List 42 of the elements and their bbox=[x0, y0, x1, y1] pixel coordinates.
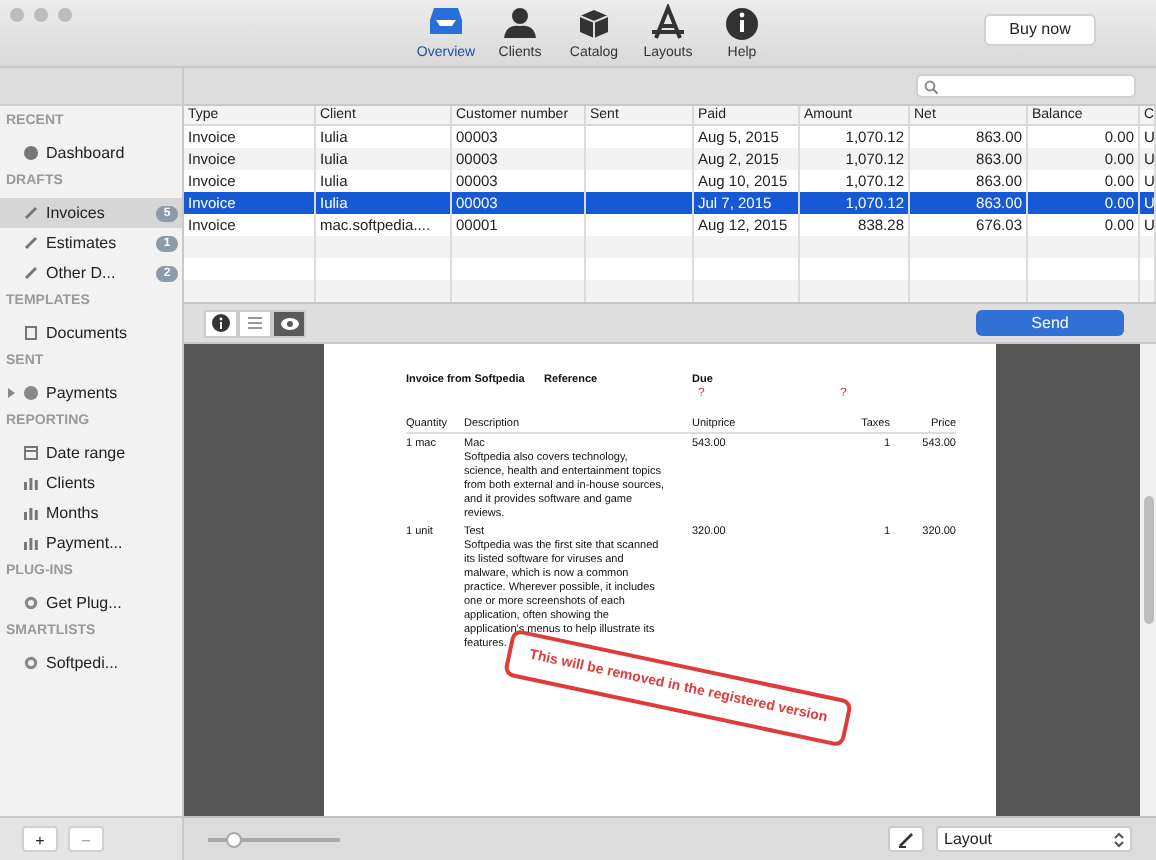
sidebar-item[interactable]: Softpedi... bbox=[0, 648, 182, 678]
gear-icon bbox=[24, 656, 38, 670]
search-icon bbox=[924, 79, 938, 93]
sidebar-item[interactable]: Documents bbox=[0, 318, 182, 348]
pencil-icon bbox=[898, 831, 914, 847]
sidebar-item[interactable]: Payments bbox=[0, 378, 182, 408]
bar-chart-icon bbox=[24, 536, 38, 550]
send-button[interactable]: Send bbox=[976, 310, 1124, 336]
sidebar-item[interactable]: Clients bbox=[0, 468, 182, 498]
up-down-arrows-icon bbox=[1114, 831, 1124, 847]
dashboard-icon bbox=[24, 146, 38, 160]
box-icon bbox=[574, 4, 614, 44]
pencil-icon bbox=[24, 266, 38, 280]
view-toggle[interactable] bbox=[272, 309, 306, 337]
eye-icon bbox=[279, 315, 299, 331]
letter-icon bbox=[648, 4, 688, 44]
pencil-icon bbox=[24, 236, 38, 250]
search-field[interactable] bbox=[916, 74, 1136, 98]
disclosure-triangle-icon[interactable] bbox=[6, 388, 16, 398]
pencil-icon bbox=[24, 206, 38, 220]
gear-icon bbox=[24, 596, 38, 610]
help-icon bbox=[722, 4, 762, 44]
info-icon bbox=[212, 314, 230, 332]
sidebar-item[interactable]: Months bbox=[0, 498, 182, 528]
sidebar-item[interactable]: Date range bbox=[0, 438, 182, 468]
calendar-icon bbox=[24, 446, 38, 460]
vertical-scrollbar[interactable] bbox=[1143, 496, 1153, 624]
bar-chart-icon bbox=[24, 476, 38, 490]
person-icon bbox=[500, 4, 540, 44]
layout-select[interactable]: Layout bbox=[936, 826, 1132, 852]
sidebar-item[interactable]: Get Plug... bbox=[0, 588, 182, 618]
add-button[interactable]: + bbox=[22, 826, 58, 852]
bar-chart-icon bbox=[24, 506, 38, 520]
sidebar-item[interactable]: Payment... bbox=[0, 528, 182, 558]
list-icon bbox=[246, 314, 264, 332]
document-icon bbox=[24, 326, 38, 340]
view-toggle[interactable] bbox=[204, 309, 238, 337]
slider-thumb[interactable] bbox=[226, 831, 243, 847]
sidebar-item[interactable]: Dashboard bbox=[0, 138, 182, 168]
edit-button[interactable] bbox=[888, 826, 924, 852]
buy-now-button[interactable]: Buy now bbox=[984, 14, 1096, 46]
view-toggle[interactable] bbox=[238, 309, 272, 337]
